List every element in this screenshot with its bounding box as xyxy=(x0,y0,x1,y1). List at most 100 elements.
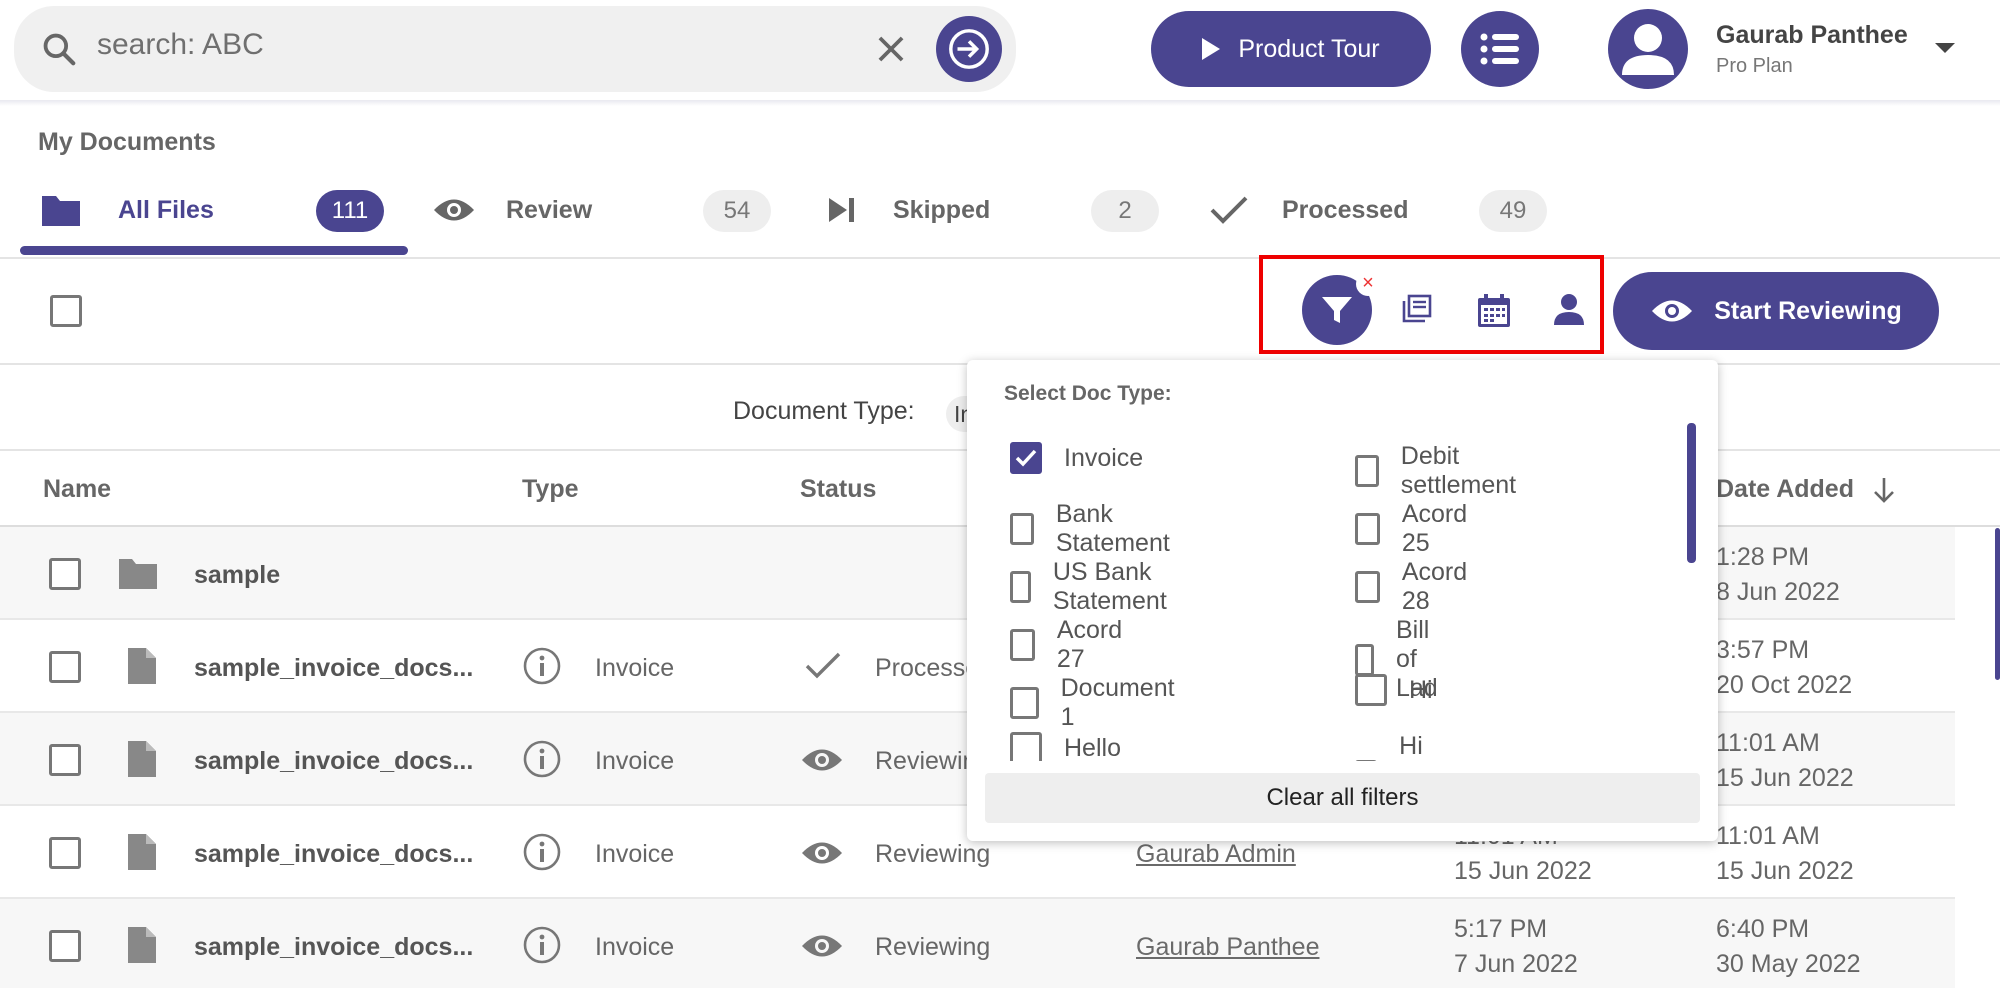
checkbox[interactable] xyxy=(1010,732,1042,761)
column-header-name[interactable]: Name xyxy=(43,475,111,504)
tab-all-files[interactable] xyxy=(40,188,82,232)
start-reviewing-button[interactable]: Start Reviewing xyxy=(1613,272,1939,350)
column-header-date-added[interactable]: Date Added xyxy=(1716,475,1854,504)
doc-type-option-label: Document 1 xyxy=(1060,674,1175,731)
arrow-enter-icon xyxy=(949,29,989,69)
row-checkbox[interactable] xyxy=(49,558,81,590)
doc-type-option[interactable]: Hello xyxy=(1010,732,1121,761)
list-icon xyxy=(1480,33,1519,65)
checkbox[interactable] xyxy=(1355,759,1378,761)
doc-type-option[interactable]: Acord 28 xyxy=(1355,558,1474,616)
row-date-modified-date: 15 Jun 2022 xyxy=(1454,857,1592,885)
row-file-name[interactable]: sample_invoice_docs... xyxy=(194,933,473,962)
page-title: My Documents xyxy=(38,128,216,156)
tab-all-files-count: 111 xyxy=(316,190,384,232)
tab-review-label[interactable]: Review xyxy=(506,188,592,232)
doc-type-option[interactable]: Debit settlement xyxy=(1355,442,1524,500)
doc-type-dropdown: Select Doc Type: Invoice Bank Statement US… xyxy=(967,360,1718,841)
checkbox[interactable] xyxy=(1355,674,1387,706)
tab-processed[interactable] xyxy=(1210,188,1248,232)
row-checkbox[interactable] xyxy=(49,651,81,683)
checkbox[interactable] xyxy=(1010,571,1031,603)
info-icon[interactable] xyxy=(522,832,562,872)
checkbox[interactable] xyxy=(1010,687,1039,719)
search-submit-button[interactable] xyxy=(936,16,1002,82)
select-all-checkbox[interactable] xyxy=(50,295,82,327)
row-date-added-date: 30 May 2022 xyxy=(1716,950,1861,978)
doc-type-option[interactable]: US Bank Statement xyxy=(1010,558,1178,616)
checkbox[interactable] xyxy=(1355,455,1379,487)
info-icon[interactable] xyxy=(522,646,562,686)
row-assigned-user-link[interactable]: Gaurab Admin xyxy=(1136,840,1296,869)
tab-skipped-count: 2 xyxy=(1091,190,1159,232)
list-menu-button[interactable] xyxy=(1461,11,1539,87)
chevron-down-icon[interactable] xyxy=(1935,43,1955,53)
row-file-name[interactable]: sample_invoice_docs... xyxy=(194,654,473,683)
column-header-type[interactable]: Type xyxy=(522,475,579,504)
row-type: Invoice xyxy=(595,747,675,775)
search-icon xyxy=(43,33,76,66)
tab-skipped[interactable] xyxy=(827,188,857,232)
user-name[interactable]: Gaurab Panthee xyxy=(1716,21,1908,50)
file-icon xyxy=(128,648,156,684)
row-date-added-time: 11:01 AM xyxy=(1716,729,1820,757)
checkbox[interactable] xyxy=(1010,629,1035,661)
sort-descending-icon[interactable] xyxy=(1872,476,1896,504)
tabs-divider xyxy=(0,257,2000,259)
row-file-name[interactable]: sample_invoice_docs... xyxy=(194,840,473,869)
tab-skipped-label[interactable]: Skipped xyxy=(893,188,990,232)
row-file-name[interactable]: sample_invoice_docs... xyxy=(194,747,473,776)
search-input[interactable]: search: ABC xyxy=(97,28,264,62)
doc-type-option[interactable]: Invoice xyxy=(1010,442,1143,474)
eye-icon xyxy=(802,842,842,864)
doc-type-option[interactable]: Bank Statement xyxy=(1010,500,1178,558)
tab-all-files-label[interactable]: All Files xyxy=(118,188,214,232)
row-checkbox[interactable] xyxy=(49,837,81,869)
dropdown-scrollbar[interactable] xyxy=(1687,423,1696,563)
folder-icon xyxy=(119,559,157,589)
folder-icon xyxy=(42,196,80,226)
tab-review[interactable] xyxy=(432,188,476,232)
dropdown-title: Select Doc Type: xyxy=(1004,382,1172,405)
checked-checkbox[interactable] xyxy=(1010,442,1042,474)
row-date-added-date: 15 Jun 2022 xyxy=(1716,764,1854,792)
start-reviewing-label: Start Reviewing xyxy=(1714,296,1902,325)
row-type: Invoice xyxy=(595,840,675,868)
info-icon[interactable] xyxy=(522,925,562,965)
product-tour-button[interactable]: Product Tour xyxy=(1151,11,1431,87)
checkbox[interactable] xyxy=(1355,571,1380,603)
doc-type-option[interactable]: Acord 25 xyxy=(1355,500,1474,558)
row-file-name[interactable]: sample xyxy=(194,561,280,590)
doc-type-option[interactable]: Document 1 xyxy=(1010,674,1178,732)
checkbox[interactable] xyxy=(1355,513,1380,545)
checkbox[interactable] xyxy=(1010,513,1034,545)
row-type: Invoice xyxy=(595,933,675,961)
row-type: Invoice xyxy=(595,654,675,682)
row-checkbox[interactable] xyxy=(49,930,81,962)
product-tour-label: Product Tour xyxy=(1238,34,1380,63)
file-icon xyxy=(128,834,156,870)
row-date-added-date: 20 Oct 2022 xyxy=(1716,671,1853,699)
checkbox[interactable] xyxy=(1355,643,1374,676)
clear-search-icon[interactable] xyxy=(872,30,910,68)
row-checkbox[interactable] xyxy=(49,744,81,776)
column-header-status[interactable]: Status xyxy=(800,475,876,504)
clear-all-filters-button[interactable]: Clear all filters xyxy=(985,773,1700,823)
row-date-added-time: 1:28 PM xyxy=(1716,543,1810,571)
info-icon[interactable] xyxy=(522,739,562,779)
doc-type-option[interactable]: Acord 27 xyxy=(1010,616,1129,674)
check-icon xyxy=(805,652,841,679)
row-date-added-date: 15 Jun 2022 xyxy=(1716,857,1854,885)
doc-type-option[interactable]: Hi xyxy=(1355,674,1433,706)
row-assigned-user-link[interactable]: Gaurab Panthee xyxy=(1136,933,1319,962)
doc-type-option[interactable]: Hi Copy 1 xyxy=(1355,732,1467,761)
table-scrollbar[interactable] xyxy=(1995,528,2000,680)
avatar[interactable] xyxy=(1608,9,1688,89)
doc-type-option-label: Hi Copy 1 xyxy=(1399,732,1423,760)
row-date-modified-date: 7 Jun 2022 xyxy=(1454,950,1578,978)
doc-type-option-label: Acord 27 xyxy=(1056,616,1123,673)
tab-processed-label[interactable]: Processed xyxy=(1282,188,1408,232)
row-status: Reviewing xyxy=(875,840,991,868)
doc-type-option-label: US Bank Statement xyxy=(1052,558,1167,615)
tab-processed-count: 49 xyxy=(1479,190,1547,232)
